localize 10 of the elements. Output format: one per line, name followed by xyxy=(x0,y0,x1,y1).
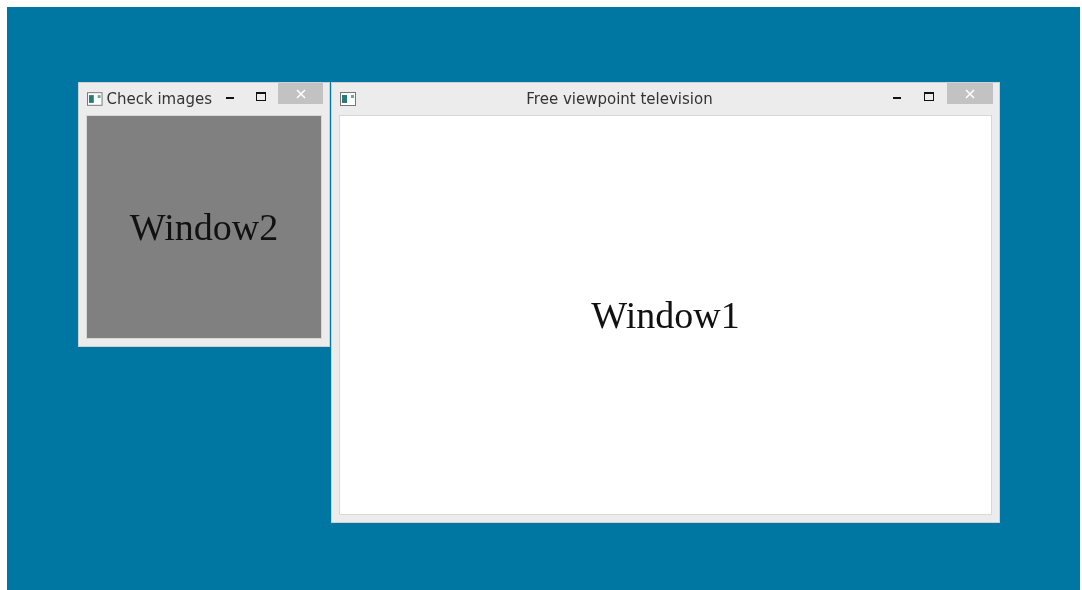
content-text: Window1 xyxy=(591,293,740,337)
app-icon xyxy=(87,92,103,106)
window-title: Free viewpoint television xyxy=(525,90,714,108)
maximize-icon xyxy=(255,91,266,101)
window-title: Check images xyxy=(106,90,212,108)
close-icon xyxy=(965,88,975,99)
content-text: Window2 xyxy=(129,205,279,249)
maximize-icon xyxy=(924,91,934,101)
close-icon xyxy=(295,88,306,99)
app-icon xyxy=(340,92,356,106)
